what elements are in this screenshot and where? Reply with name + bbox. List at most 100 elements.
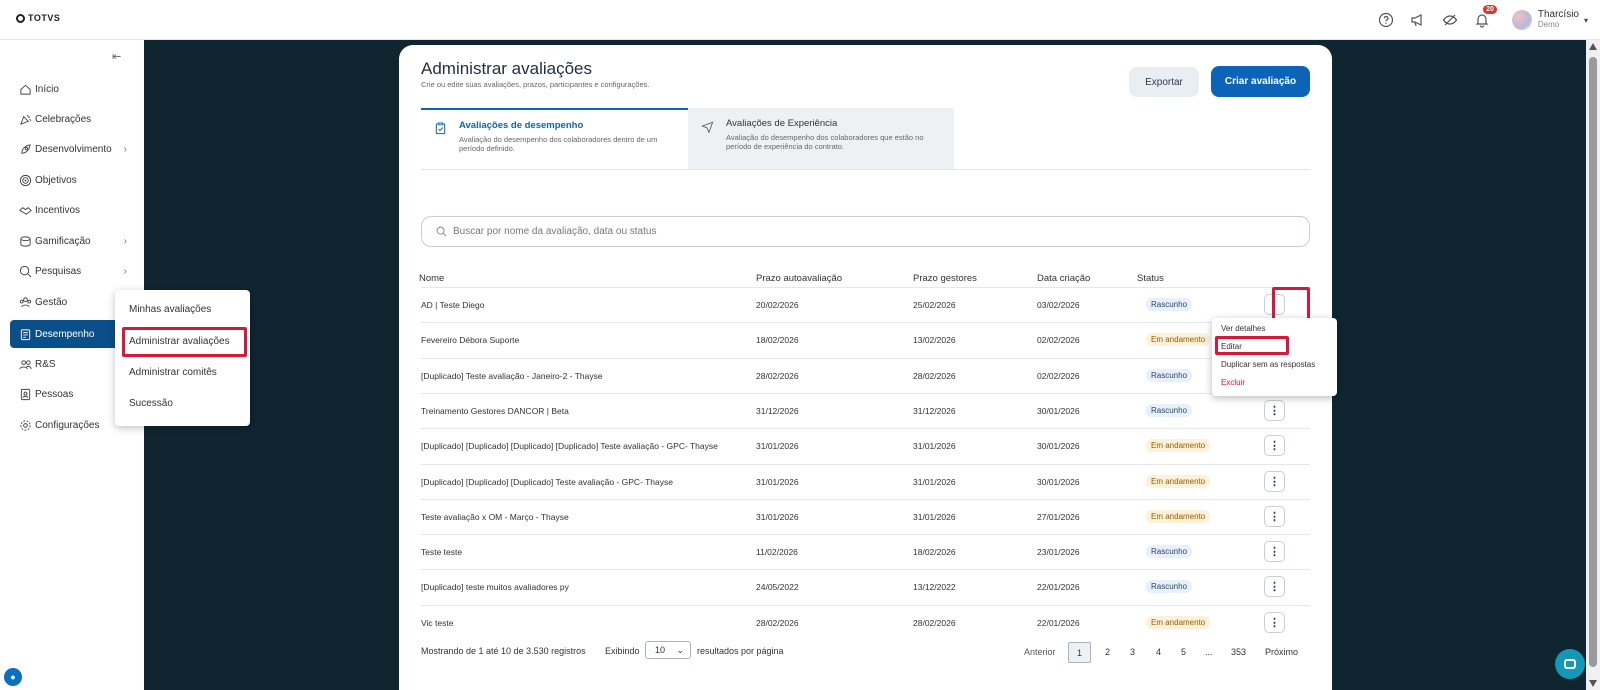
sidebar-item-label: R&S xyxy=(35,358,56,370)
more-options-icon[interactable]: ⋮ xyxy=(1264,576,1285,598)
more-options-icon[interactable]: ⋮ xyxy=(1264,505,1285,527)
table-row[interactable]: [Duplicado] [Duplicado] [Duplicado] Test… xyxy=(421,463,1310,499)
sidebar-item-incentivos[interactable]: Incentivos xyxy=(10,196,143,224)
scroll-up-arrow-icon[interactable] xyxy=(1589,43,1597,50)
status-badge: Em andamento xyxy=(1146,509,1211,523)
export-button[interactable]: Exportar xyxy=(1129,67,1199,97)
hide-eye-icon[interactable] xyxy=(1442,12,1458,28)
sidebar-item-gamificacao[interactable]: Gamificação › xyxy=(10,227,143,255)
support-bubble-icon[interactable]: ● xyxy=(4,668,22,686)
gear-icon xyxy=(19,419,32,432)
sidebar-item-objetivos[interactable]: Objetivos xyxy=(10,166,143,194)
cell-name: Fevereiro Débora Suporte xyxy=(421,335,520,346)
avatar xyxy=(1511,10,1532,30)
table-row[interactable]: [Duplicado] teste muitos avaliadores py 2… xyxy=(421,569,1310,604)
more-options-icon[interactable]: ⋮ xyxy=(1264,541,1285,563)
table-row[interactable]: Fevereiro Débora Suporte 18/02/2026 13/02/… xyxy=(421,322,1310,357)
per-page-select[interactable]: 10 ⌄ xyxy=(645,641,691,659)
user-menu[interactable]: Tharcísio Demo ▾ xyxy=(1511,10,1588,30)
pagination-page[interactable]: 4 xyxy=(1156,647,1161,657)
search-bar[interactable] xyxy=(421,216,1310,247)
table-row[interactable]: AD | Teste Diego 20/02/2026 25/02/2026 03/0… xyxy=(421,287,1310,322)
cell-manager-deadline: 31/01/2026 xyxy=(913,511,956,522)
pagination-page[interactable]: 2 xyxy=(1105,647,1110,657)
cell-name: [Duplicado] [Duplicado] [Duplicado] Test… xyxy=(421,476,673,487)
scroll-down-arrow-icon[interactable] xyxy=(1589,680,1597,687)
more-options-icon[interactable]: ⋮ xyxy=(1264,470,1285,492)
cell-manager-deadline: 13/12/2022 xyxy=(913,582,956,593)
search-icon xyxy=(436,226,447,237)
menu-item-view-details[interactable]: Ver detalhes xyxy=(1221,324,1265,333)
chevron-right-icon: › xyxy=(123,143,127,155)
table-row[interactable]: Teste teste 11/02/2026 18/02/2026 23/01/202… xyxy=(421,534,1310,569)
main-card: Administrar avaliações Crie ou edite sua… xyxy=(399,45,1337,690)
search-input[interactable] xyxy=(453,226,1253,237)
chat-icon[interactable] xyxy=(1555,649,1585,679)
pagination-page[interactable]: 1 xyxy=(1068,642,1091,663)
column-header-name[interactable]: Nome xyxy=(419,273,444,284)
paper-plane-icon xyxy=(701,121,714,133)
column-header-created[interactable]: Data criação xyxy=(1037,273,1090,284)
submenu-item-sucessao[interactable]: Sucessão xyxy=(129,398,173,409)
handshake-icon xyxy=(19,204,32,217)
megaphone-icon[interactable] xyxy=(1410,12,1426,28)
tab-performance-evaluations[interactable]: Avaliações de desempenho Avaliação do de… xyxy=(421,108,688,169)
more-options-icon[interactable]: ⋮ xyxy=(1264,435,1285,457)
clipboard-check-icon xyxy=(435,122,446,135)
cell-created: 22/01/2026 xyxy=(1037,617,1080,628)
chevron-right-icon: › xyxy=(123,265,127,277)
table-row[interactable]: Vic teste 28/02/2026 28/02/2026 22/01/2026 E… xyxy=(421,604,1310,640)
bell-icon[interactable]: 20 xyxy=(1474,5,1497,28)
column-header-self-deadline[interactable]: Prazo autoavaliação xyxy=(756,273,842,284)
cell-created: 30/01/2026 xyxy=(1037,441,1080,452)
page-scrollbar[interactable] xyxy=(1586,40,1600,690)
sidebar-item-inicio[interactable]: Início xyxy=(10,75,143,103)
table-row[interactable]: [Duplicado] Teste avaliação - Janeiro-2 … xyxy=(421,357,1310,393)
column-header-status[interactable]: Status xyxy=(1137,273,1164,284)
pagination-page[interactable]: 5 xyxy=(1181,647,1186,657)
sidebar-item-celebracoes[interactable]: Celebrações xyxy=(10,105,143,133)
pagination-page[interactable]: 353 xyxy=(1231,647,1246,657)
column-header-manager-deadline[interactable]: Prazo gestores xyxy=(913,273,977,284)
highlight-box xyxy=(1215,336,1289,355)
table-row[interactable]: Teste avaliação x OM - Março - Thayse 31/… xyxy=(421,498,1310,534)
page-title: Administrar avaliações xyxy=(421,59,593,78)
cell-self-deadline: 31/01/2026 xyxy=(756,476,799,487)
sidebar-item-label: Gestão xyxy=(35,296,68,308)
sidebar-item-desenvolvimento[interactable]: Desenvolvimento › xyxy=(10,135,143,163)
pagination-next[interactable]: Próximo xyxy=(1265,647,1298,657)
status-badge: Em andamento xyxy=(1146,439,1211,453)
per-page-suffix: resultados por página xyxy=(697,646,784,656)
status-badge: Rascunho xyxy=(1146,403,1193,417)
sidebar-item-pesquisas[interactable]: Pesquisas › xyxy=(10,257,143,285)
clipboard-icon xyxy=(19,328,32,341)
tab-experience-evaluations[interactable]: Avaliações de Experiência Avaliação do d… xyxy=(688,108,954,169)
more-options-icon[interactable]: ⋮ xyxy=(1264,399,1285,421)
status-badge: Rascunho xyxy=(1146,580,1193,594)
highlight-box xyxy=(122,327,247,357)
create-evaluation-button[interactable]: Criar avaliação xyxy=(1211,66,1310,97)
brand-logo[interactable]: TOTVS xyxy=(16,13,60,23)
status-badge: Em andamento xyxy=(1146,333,1211,347)
collapse-sidebar-icon[interactable]: ⇤ xyxy=(112,50,121,63)
pagination-page[interactable]: 3 xyxy=(1130,647,1135,657)
submenu-item-minhas-avaliacoes[interactable]: Minhas avaliações xyxy=(129,304,211,315)
menu-item-duplicate[interactable]: Duplicar sem as respostas xyxy=(1221,360,1315,369)
menu-item-delete[interactable]: Excluir xyxy=(1221,378,1245,387)
help-icon[interactable] xyxy=(1378,12,1394,28)
table-row[interactable]: [Duplicado] [Duplicado] [Duplicado] [Dup… xyxy=(421,428,1310,463)
highlight-box xyxy=(1272,287,1310,321)
party-icon xyxy=(19,113,32,126)
more-options-icon[interactable]: ⋮ xyxy=(1264,611,1285,633)
cell-self-deadline: 20/02/2026 xyxy=(756,300,799,310)
caret-down-icon: ▾ xyxy=(1583,15,1588,25)
sidebar-item-label: Desenvolvimento xyxy=(35,143,112,155)
pagination-previous[interactable]: Anterior xyxy=(1024,647,1056,657)
submenu-item-administrar-comites[interactable]: Administrar comitês xyxy=(129,367,217,378)
coins-icon xyxy=(19,235,32,248)
team-icon xyxy=(19,296,32,309)
scrollbar-thumb[interactable] xyxy=(1589,57,1597,667)
table-row[interactable]: Treinamento Gestores DANCOR | Beta 31/12/… xyxy=(421,392,1310,428)
per-page-value: 10 xyxy=(655,645,666,655)
cell-manager-deadline: 31/01/2026 xyxy=(913,441,956,452)
